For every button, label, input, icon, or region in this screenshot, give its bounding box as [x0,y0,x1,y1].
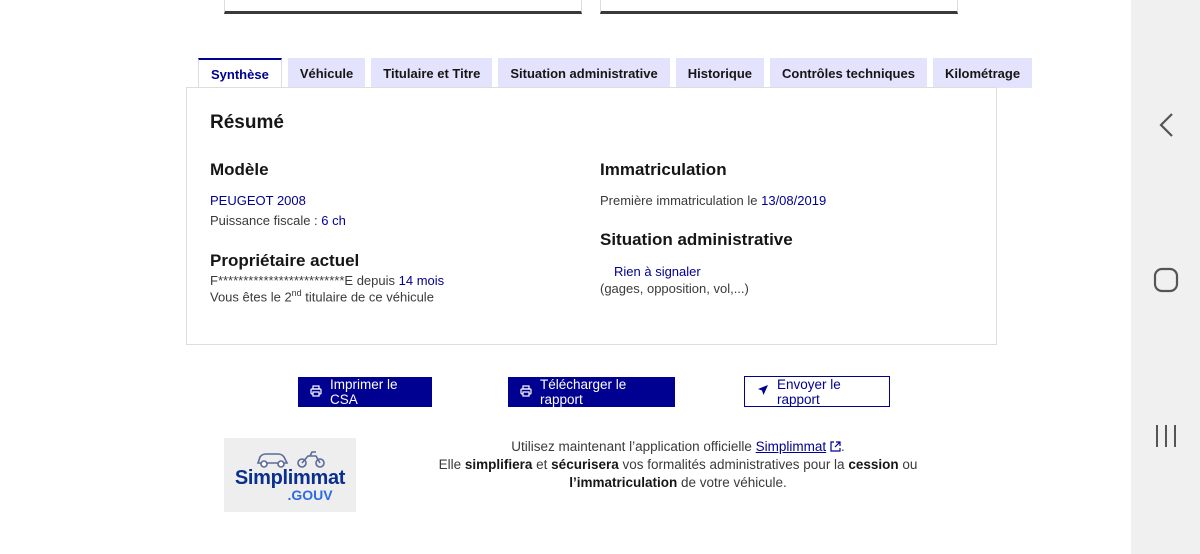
summary-title: Résumé [210,112,284,133]
tab-controles-techniques[interactable]: Contrôles techniques [770,58,927,88]
promo-and: et [532,457,552,472]
tab-synthese[interactable]: Synthèse [198,58,282,89]
promo-text-a: Elle [438,457,465,472]
external-link-icon[interactable] [830,439,841,454]
tab-vehicule[interactable]: Véhicule [287,58,366,88]
tab-titulaire[interactable]: Titulaire et Titre [371,58,493,88]
printer-icon [520,384,532,400]
printer-icon [310,384,322,400]
download-report-button[interactable]: Télécharger le rapport [508,377,675,407]
promo-cession: cession [848,457,899,472]
owner-rank-prefix: Vous êtes le 2 [210,289,292,305]
owner-masked-name: F*************************E [210,273,354,288]
send-icon [757,384,769,399]
model-name: PEUGEOT 2008 [210,193,306,208]
owner-rank: Vous êtes le 2nd titulaire de ce véhicul… [210,288,434,304]
promo-simplify: simplifiera [464,457,533,472]
print-csa-button[interactable]: Imprimer le CSA [298,377,432,407]
promo-immat: l’immatriculation [569,475,678,490]
system-nav-bar [1131,0,1200,554]
owner-line: F*************************E depuis 14 mo… [210,273,444,288]
print-csa-label: Imprimer le CSA [330,377,398,407]
admin-note: (gages, opposition, vol,...) [600,281,749,296]
owner-rank-sup: nd [291,288,302,298]
owner-since-label: depuis [353,273,399,288]
promo-or: ou [898,457,918,472]
admin-heading: Situation administrative [600,230,793,249]
download-report-label: Télécharger le rapport [540,377,627,407]
owner-heading: Propriétaire actuel [210,251,360,270]
first-registration: Première immatriculation le 13/08/2019 [600,193,826,208]
promo-secure: sécurisera [551,457,619,472]
logo-text: Simplimmat [234,467,346,489]
send-report-label: Envoyer le rapport [777,376,841,407]
owner-since-value: 14 mois [398,273,445,288]
fiscal-power-label: Puissance fiscale : [210,213,322,228]
home-icon[interactable] [1131,267,1200,293]
registration-heading: Immatriculation [600,160,727,179]
owner-rank-suffix: titulaire de ce véhicule [301,289,434,305]
promo-line-2: Elle simplifiera et sécurisera vos forma… [392,456,964,492]
admin-status: Rien à signaler [614,264,701,279]
simplimmat-promo: Utilisez maintenant l’application offici… [392,438,964,492]
logo-gouv: .GOUV [287,487,333,503]
fiscal-power: Puissance fiscale : 6 ch [210,213,346,228]
simplimmat-link[interactable]: Simplimmat [756,439,827,454]
back-icon[interactable] [1131,112,1200,138]
promo-prefix: Utilisez maintenant l’application offici… [511,439,756,454]
promo-line-1: Utilisez maintenant l’application offici… [392,438,964,456]
card-fragment-left [224,0,582,14]
send-report-button[interactable]: Envoyer le rapport [744,376,890,407]
first-registration-label: Première immatriculation le [600,193,762,208]
recent-apps-icon[interactable] [1131,423,1200,449]
tab-kilometrage[interactable]: Kilométrage [932,58,1033,88]
promo-text-b: vos formalités administratives pour la [618,457,849,472]
fiscal-power-value: 6 ch [321,213,346,228]
promo-text-c: de votre véhicule. [677,475,787,490]
simplimmat-logo[interactable]: Simplimmat .GOUV [224,438,356,512]
car-moto-icon [256,451,325,468]
card-fragment-right [600,0,958,14]
promo-suffix: . [840,439,845,454]
model-heading: Modèle [210,160,269,179]
first-registration-date: 13/08/2019 [761,193,827,208]
tab-situation-administrative[interactable]: Situation administrative [498,58,670,88]
synthese-panel: Résumé Modèle PEUGEOT 2008 Puissance fis… [186,87,997,345]
tab-historique[interactable]: Historique [675,58,765,88]
tab-bar: Synthèse Véhicule Titulaire et Titre Sit… [198,58,1033,89]
